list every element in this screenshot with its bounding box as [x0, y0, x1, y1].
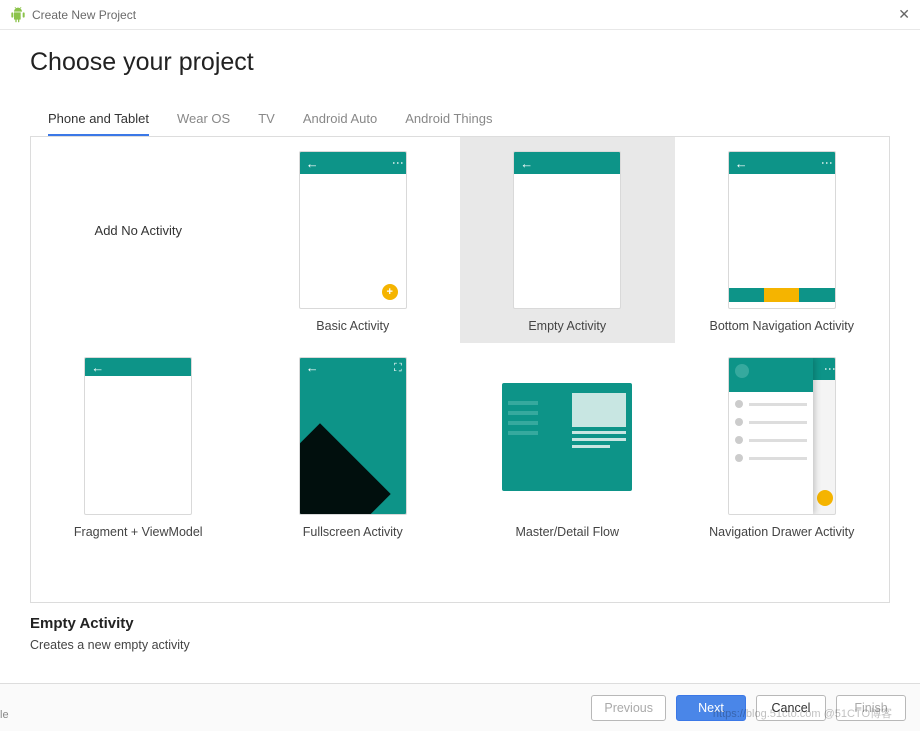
tab-android-auto[interactable]: Android Auto	[303, 105, 377, 136]
selection-text: Creates a new empty activity	[30, 638, 890, 652]
clipped-text: le	[0, 709, 9, 721]
template-basic-activity[interactable]: ←⋮ Basic Activity	[246, 137, 461, 343]
cancel-button[interactable]: Cancel	[756, 695, 826, 721]
tab-wear-os[interactable]: Wear OS	[177, 105, 230, 136]
template-empty-activity[interactable]: ← Empty Activity	[460, 137, 675, 343]
template-label: Basic Activity	[316, 319, 389, 333]
template-thumb-fragvm: ←	[84, 357, 192, 515]
back-arrow-icon: ←	[306, 361, 319, 374]
fab-icon	[817, 490, 833, 506]
back-arrow-icon: ←	[520, 157, 533, 170]
close-icon[interactable]: ✕	[898, 6, 910, 23]
template-label: Empty Activity	[528, 319, 606, 333]
template-bottom-navigation[interactable]: ←⋮ Bottom Navigation Activity	[675, 137, 890, 343]
template-grid[interactable]: Add No Activity ←⋮ Basic Activity ← Empt…	[30, 137, 890, 603]
template-thumb-masterdetail	[502, 383, 632, 491]
window-title: Create New Project	[32, 8, 136, 22]
back-arrow-icon: ←	[306, 157, 319, 170]
selection-title: Empty Activity	[30, 615, 890, 632]
fab-icon	[382, 284, 398, 300]
template-label: Master/Detail Flow	[516, 525, 620, 539]
fullscreen-icon: ⛶	[394, 362, 402, 375]
template-thumb-bottomnav: ←⋮	[728, 151, 836, 309]
next-button[interactable]: Next	[676, 695, 746, 721]
tabs: Phone and Tablet Wear OS TV Android Auto…	[30, 105, 890, 137]
template-fragment-viewmodel[interactable]: ← Fragment + ViewModel	[31, 343, 246, 549]
template-label: Navigation Drawer Activity	[709, 525, 854, 539]
template-label: Fragment + ViewModel	[74, 525, 203, 539]
avatar-icon	[735, 364, 749, 378]
template-thumb-basic: ←⋮	[299, 151, 407, 309]
android-icon	[10, 7, 26, 23]
template-thumb-navdrawer: ⋮	[728, 357, 836, 515]
finish-button[interactable]: Finish	[836, 695, 906, 721]
page-title: Choose your project	[30, 48, 890, 77]
titlebar: Create New Project ✕	[0, 0, 920, 30]
template-thumb-none: Add No Activity	[84, 151, 192, 309]
template-thumb-empty: ←	[513, 151, 621, 309]
template-add-no-activity[interactable]: Add No Activity	[31, 137, 246, 343]
tab-tv[interactable]: TV	[258, 105, 275, 136]
bottom-nav-icon	[729, 288, 835, 302]
back-arrow-icon: ←	[91, 361, 104, 374]
template-fullscreen-activity[interactable]: ←⛶ Fullscreen Activity	[246, 343, 461, 549]
footer: Previous Next Cancel Finish	[0, 683, 920, 731]
kebab-icon: ⋮	[824, 157, 829, 169]
back-arrow-icon: ←	[735, 157, 748, 170]
tab-android-things[interactable]: Android Things	[405, 105, 492, 136]
kebab-icon: ⋮	[827, 363, 832, 375]
kebab-icon: ⋮	[395, 157, 400, 169]
template-thumb-fullscreen: ←⛶	[299, 357, 407, 515]
template-navigation-drawer[interactable]: ⋮ Navigation Drawer Activity	[675, 343, 890, 549]
tab-phone-tablet[interactable]: Phone and Tablet	[48, 105, 149, 136]
template-label: Bottom Navigation Activity	[709, 319, 854, 333]
selection-description: Empty Activity Creates a new empty activ…	[0, 603, 920, 652]
previous-button[interactable]: Previous	[591, 695, 666, 721]
template-label	[137, 319, 140, 333]
template-master-detail[interactable]: Master/Detail Flow	[460, 343, 675, 549]
template-label: Fullscreen Activity	[303, 525, 403, 539]
